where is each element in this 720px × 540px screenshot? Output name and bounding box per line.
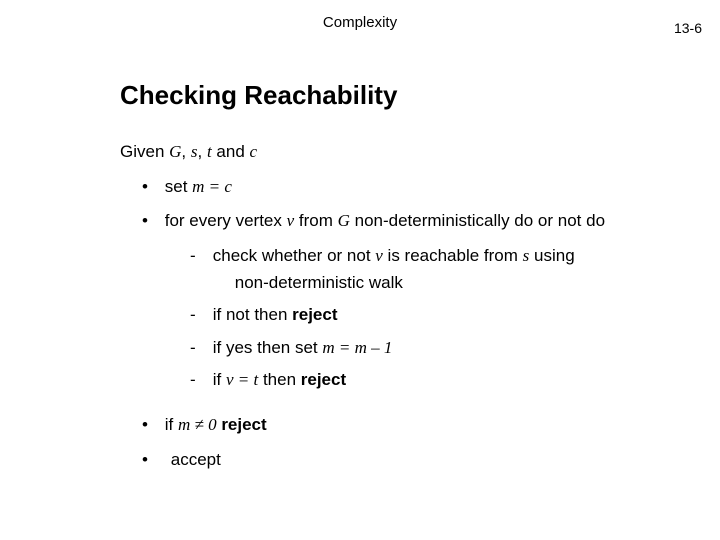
reject-word: reject <box>292 305 337 324</box>
loop-pre: for every vertex <box>165 211 287 230</box>
var-c: c <box>250 142 258 161</box>
given-line: Given G, s, t and c <box>120 140 720 165</box>
bullet-set: • set m = c <box>142 175 720 200</box>
if-text: if <box>165 415 178 434</box>
var-s: s <box>191 142 198 161</box>
dash-check: - check whether or not v is reachable fr… <box>190 244 720 295</box>
if-text: if <box>213 370 226 389</box>
loop-post: non-deterministically do or not do <box>350 211 605 230</box>
bullet-accept: • accept <box>142 448 720 473</box>
eq-vt: v = t <box>226 370 258 389</box>
sep: , <box>198 142 207 161</box>
bullet-loop: • for every vertex v from G non-determin… <box>142 209 720 234</box>
dash-icon: - <box>190 368 208 393</box>
check-t3: using <box>529 246 574 265</box>
loop-mid: from <box>294 211 337 230</box>
eq-mnz: m ≠ 0 <box>178 415 217 434</box>
then-text: then <box>258 370 301 389</box>
sep: , <box>181 142 190 161</box>
eq-mm1: m = m – 1 <box>322 338 392 357</box>
var-v: v <box>375 246 383 265</box>
bullet-mnz: • if m ≠ 0 reject <box>142 413 720 438</box>
page-number: 13-6 <box>674 20 702 36</box>
inner-list: - check whether or not v is reachable fr… <box>190 244 720 393</box>
page-title: Checking Reachability <box>120 80 397 111</box>
dash-icon: - <box>190 244 208 269</box>
var-G: G <box>169 142 181 161</box>
dash-ifyes: - if yes then set m = m – 1 <box>190 336 720 361</box>
body: Given G, s, t and c • set m = c • for ev… <box>120 140 720 482</box>
bullet-icon: • <box>142 448 160 473</box>
check-t2: is reachable from <box>383 246 523 265</box>
course-title: Complexity <box>323 14 397 31</box>
bullet-icon: • <box>142 209 160 234</box>
dash-icon: - <box>190 336 208 361</box>
dash-icon: - <box>190 303 208 328</box>
accept-word: accept <box>171 450 221 469</box>
check-t4: non-deterministic walk <box>235 271 575 296</box>
bullet-icon: • <box>142 175 160 200</box>
ifnot-text: if not then <box>213 305 292 324</box>
reject-word: reject <box>301 370 346 389</box>
dash-ifnot: - if not then reject <box>190 303 720 328</box>
and: and <box>212 142 250 161</box>
slide: Complexity 13-6 Checking Reachability Gi… <box>0 0 720 540</box>
eq-m-c: m = c <box>192 177 232 196</box>
bullet-icon: • <box>142 413 160 438</box>
set-word: set <box>165 177 192 196</box>
ifyes-text: if yes then set <box>213 338 323 357</box>
dash-ifvt: - if v = t then reject <box>190 368 720 393</box>
given-prefix: Given <box>120 142 169 161</box>
check-t1: check whether or not <box>213 246 376 265</box>
reject-word: reject <box>221 415 266 434</box>
var-G: G <box>338 211 350 230</box>
